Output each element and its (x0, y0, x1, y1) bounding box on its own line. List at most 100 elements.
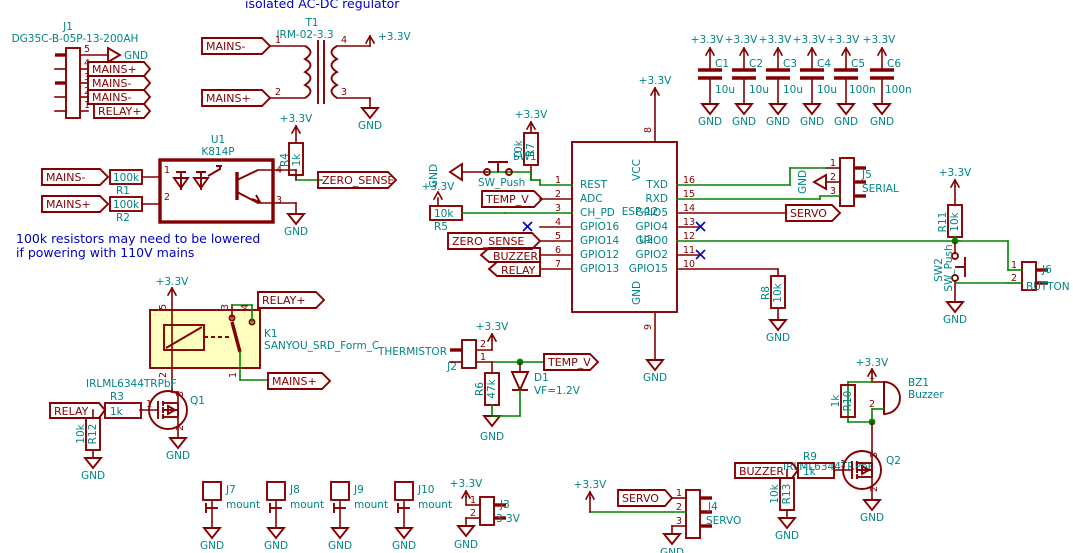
j7-ref: J7 (225, 484, 236, 496)
r1-ref: R1 (116, 185, 130, 197)
r11-rail: +3.3V (939, 167, 972, 179)
j9-value: mount (354, 499, 388, 511)
sheet-title-note: isolated AC-DC regulator (245, 0, 400, 11)
r2-ref: R2 (116, 212, 130, 224)
j3-pin-1: 1 (470, 495, 476, 506)
c1-rail: +3.3V (691, 34, 724, 46)
j4-rail: +3.3V (574, 479, 607, 491)
q1-pin-2: 2 (175, 425, 186, 431)
k1-pin-3: 3 (220, 304, 231, 310)
c6-value: 100n (885, 84, 912, 96)
j1-pin2-net: MAINS- (92, 91, 131, 104)
j2-rail: +3.3V (476, 321, 509, 333)
r11-value: 10k (949, 211, 961, 231)
r6-gnd: GND (480, 431, 504, 443)
u2-left-pin-7-name: GPIO13 (580, 263, 619, 275)
c2-rail: +3.3V (725, 34, 758, 46)
r1-value: 100k (113, 172, 140, 184)
t1-pin-3: 3 (341, 87, 347, 98)
bz1-pin-2: 2 (869, 399, 875, 410)
relay-net-q1: RELAY (54, 405, 89, 418)
c4-gnd: GND (800, 116, 824, 128)
j5-pin-3: 3 (830, 186, 836, 197)
r13-value: 10k (769, 483, 781, 503)
t1-gnd-label: GND (358, 120, 382, 132)
u2-left-pin-3-num: 3 (555, 203, 561, 214)
temp-v-net-adc: TEMP_V (485, 193, 529, 206)
r9-value: 1k (803, 466, 817, 478)
r6-ref: R6 (474, 382, 486, 396)
servo-net-j4: SERVO (622, 492, 659, 505)
c1-value: 10u (715, 84, 735, 96)
j10-value: mount (418, 499, 452, 511)
r10-ref: R10 (842, 391, 854, 412)
q1-pin-3: 3 (175, 391, 186, 397)
c1-ref: C1 (715, 58, 729, 70)
r10-value: 1k (830, 394, 842, 408)
j3-pin-2: 2 (470, 508, 476, 519)
k1-ref: K1 (264, 328, 278, 340)
r13-gnd: GND (775, 530, 799, 542)
j4-pin-2: 2 (676, 502, 682, 513)
warning-note-line1: 100k resistors may need to be lowered (16, 231, 260, 246)
q2-pin-1: 1 (840, 459, 846, 470)
j1-pin-2-num: 2 (84, 86, 90, 97)
j4-value: SERVO (706, 515, 741, 527)
q2-gnd-label: GND (860, 512, 884, 524)
u2-right-pin-13-name: GPIO4 (635, 221, 668, 233)
c4-value: 10u (817, 84, 837, 96)
transformer-t1 (269, 35, 371, 109)
u2-left-pin-1-name: REST (580, 179, 608, 191)
bz1-value: Buzzer (908, 389, 944, 401)
j2-pin-2: 2 (480, 339, 486, 350)
cap-bank: +3.3V C1 10u GND +3.3V C2 10u GND +3.3V … (691, 34, 912, 128)
j6-value: BUTTON (1026, 281, 1070, 293)
j2-value: THERMISTOR (377, 346, 447, 358)
r12-gnd: GND (81, 470, 105, 482)
bz1-pin-1: 1 (869, 371, 875, 382)
u2-left-pin-5-name: GPIO14 (580, 235, 620, 247)
u2-right-pin-10-name: GPIO15 (629, 263, 668, 275)
u2-gnd-rail: GND (643, 372, 667, 384)
j10-ref: J10 (417, 484, 434, 496)
u1-gnd-label: GND (284, 226, 308, 238)
buzzer-net-q2: BUZZER (739, 465, 784, 478)
c4-rail: +3.3V (793, 34, 826, 46)
j10-gnd: GND (392, 540, 416, 552)
u1-pin-2: 2 (164, 192, 170, 203)
u1-ref: U1 (211, 134, 225, 146)
j5-value: SERIAL (862, 183, 899, 195)
j4-pin-3: 3 (676, 516, 682, 527)
u2-left-pin-1-num: 1 (555, 175, 561, 186)
j2-pin-1: 1 (480, 352, 486, 363)
t1-vcc-label: +3.3V (378, 31, 411, 43)
q1-value: IRLML6344TRPbF (86, 378, 177, 390)
relay-net-gpio13: RELAY (501, 264, 536, 277)
u2-gnd-pinname: GND (631, 281, 643, 305)
u2-left-pin-2-name: ADC (580, 193, 603, 205)
r12-ref: R12 (87, 424, 99, 445)
mount-hole-j10 (394, 481, 414, 540)
u1-in-minus-net: MAINS- (46, 171, 85, 184)
relay-plus-net-k1: RELAY+ (262, 294, 306, 307)
j9-ref: J9 (353, 484, 364, 496)
t1-pin-1: 1 (275, 35, 281, 46)
k1-value: SANYOU_SRD_Form_C (264, 340, 379, 352)
r9-ref: R9 (803, 451, 817, 463)
j1-value: DG35C-B-05P-13-200AH (12, 33, 139, 45)
u2-right-pin-11-num: 11 (683, 245, 695, 256)
u2-gnd-pinnum: 9 (643, 324, 654, 330)
j7-value: mount (226, 499, 260, 511)
sw1-value: SW_Push (478, 177, 525, 189)
j1-pin3-net: MAINS- (92, 77, 131, 90)
j1-pin-5-num: 5 (84, 44, 90, 55)
zero-sense-net-u1: ZERO_SENSE (322, 174, 394, 187)
q1-ref: Q1 (190, 395, 205, 407)
c2-gnd: GND (732, 116, 756, 128)
c3-ref: C3 (783, 58, 797, 70)
mount-hole-j9 (330, 481, 350, 540)
j5-gnd-label: GND (797, 170, 809, 194)
schematic-canvas: isolated AC-DC regulator J1 DG35C-B-05P-… (12, 0, 1070, 553)
j1-gnd-label: GND (124, 50, 148, 62)
j4-ref: J4 (707, 501, 718, 513)
